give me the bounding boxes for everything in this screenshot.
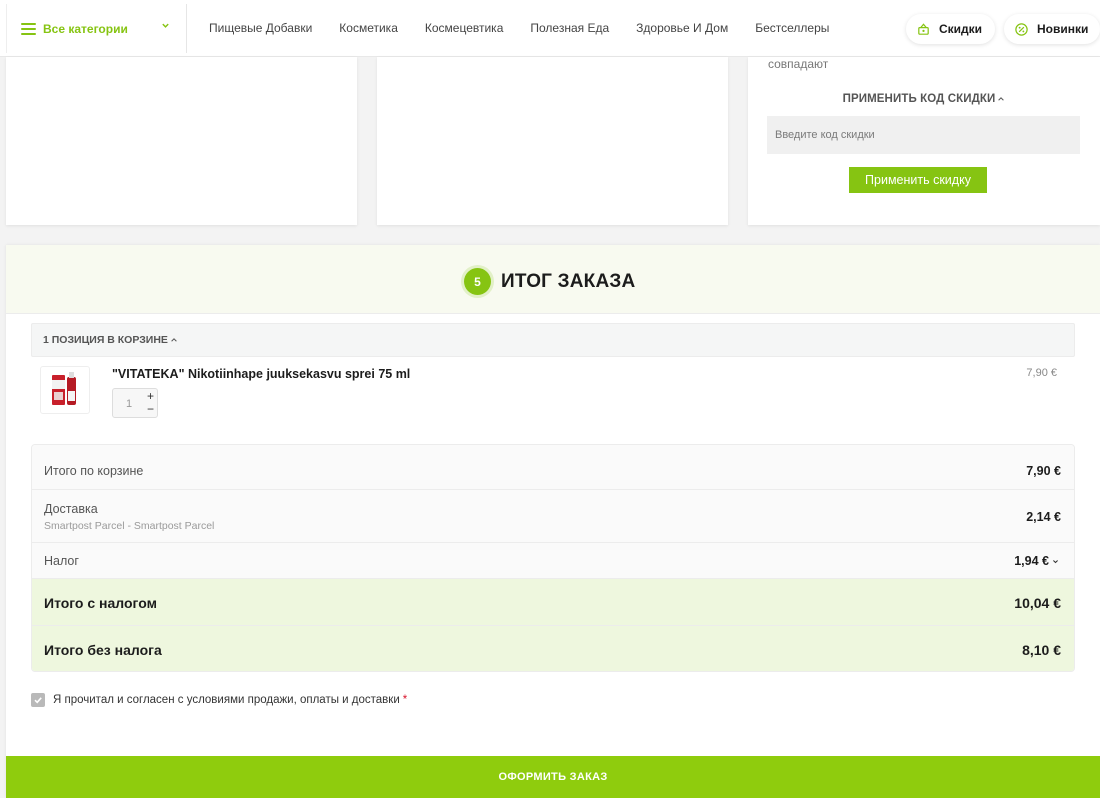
new-badge-icon (1015, 22, 1028, 36)
discount-code-title: ПРИМЕНИТЬ КОД СКИДКИ (842, 93, 996, 105)
total-excl-tax-label: Итого без налога (44, 642, 162, 658)
chevron-up-icon (998, 97, 1005, 101)
all-categories-button[interactable]: Все категории (6, 4, 187, 53)
checkout-card-middle (377, 57, 728, 225)
category-links: Пищевые Добавки Косметика Космецевтика П… (209, 21, 856, 35)
shipping-method: Smartpost Parcel - Smartpost Parcel (44, 520, 215, 532)
quantity-increase-button[interactable]: + (147, 390, 154, 402)
tax-label: Налог (44, 554, 79, 568)
shipping-row: Доставка Smartpost Parcel - Smartpost Pa… (32, 490, 1074, 543)
shipping-value: 2,14 € (1026, 510, 1061, 524)
discount-code-card: совпадают ПРИМЕНИТЬ КОД СКИДКИ Применить… (748, 57, 1100, 225)
step-number-badge: 5 (464, 268, 491, 295)
subtotal-label: Итого по корзине (44, 464, 144, 478)
terms-checkbox[interactable] (31, 693, 45, 707)
quantity-decrease-button[interactable]: − (147, 403, 154, 415)
quantity-stepper[interactable]: 1 + − (112, 388, 158, 418)
chevron-up-icon (171, 338, 177, 342)
order-summary-section: 5 ИТОГ ЗАКАЗА 1 ПОЗИЦИЯ В КОРЗИНЕ "VITAT… (6, 245, 1100, 798)
order-totals-table: Итого по корзине 7,90 € Доставка Smartpo… (31, 444, 1075, 672)
product-name[interactable]: "VITATEKA" Nikotiinhape juuksekasvu spre… (112, 367, 410, 381)
checkout-card-left (6, 57, 357, 225)
place-order-button[interactable]: ОФОРМИТЬ ЗАКАЗ (6, 756, 1100, 798)
discount-code-toggle[interactable]: ПРИМЕНИТЬ КОД СКИДКИ (748, 93, 1100, 105)
notice-text: совпадают (768, 57, 829, 71)
order-summary-header: 5 ИТОГ ЗАКАЗА (6, 245, 1100, 314)
top-navigation: Все категории Пищевые Добавки Косметика … (0, 0, 1100, 57)
nav-link-cosmetics[interactable]: Косметика (339, 21, 398, 35)
required-mark: * (402, 694, 408, 706)
nav-link-health-home[interactable]: Здоровье И Дом (636, 21, 728, 35)
total-excl-tax-row: Итого без налога 8,10 € (32, 626, 1074, 671)
tax-value: 1,94 € (1014, 554, 1049, 568)
shipping-label: Доставка (44, 502, 98, 516)
apply-discount-button[interactable]: Применить скидку (849, 167, 987, 193)
cart-items-toggle[interactable]: 1 ПОЗИЦИЯ В КОРЗИНЕ (31, 323, 1075, 357)
menu-icon (21, 22, 36, 35)
sale-label: Скидки (939, 22, 983, 36)
nav-link-bestsellers[interactable]: Бестселлеры (755, 21, 829, 35)
terms-agreement[interactable]: Я прочитал и согласен с условиями продаж… (31, 693, 407, 707)
nav-link-cosmeceuticals[interactable]: Космецевтика (425, 21, 504, 35)
discount-code-input[interactable] (767, 116, 1080, 154)
nav-link-healthy-food[interactable]: Полезная Еда (530, 21, 609, 35)
tax-row[interactable]: Налог 1,94 € (32, 543, 1074, 579)
terms-label: Я прочитал и согласен с условиями продаж… (53, 694, 400, 706)
total-incl-tax-label: Итого с налогом (44, 595, 157, 611)
chevron-down-icon (1053, 560, 1058, 564)
new-arrivals-label: Новинки (1037, 22, 1089, 36)
all-categories-label: Все категории (43, 21, 128, 36)
subtotal-row: Итого по корзине 7,90 € (32, 445, 1074, 490)
chevron-down-icon (162, 23, 169, 28)
tax-value-toggle[interactable]: 1,94 € (1014, 554, 1059, 568)
quantity-value[interactable]: 1 (113, 398, 145, 410)
checkmark-icon (34, 697, 42, 704)
product-price: 7,90 € (1026, 367, 1057, 379)
product-image[interactable] (40, 366, 90, 414)
sale-tag-icon (918, 22, 929, 35)
sale-button[interactable]: Скидки (906, 14, 995, 44)
total-excl-tax-value: 8,10 € (1022, 642, 1061, 658)
new-arrivals-button[interactable]: Новинки (1004, 14, 1100, 44)
order-summary-title: ИТОГ ЗАКАЗА (501, 271, 636, 292)
nav-link-supplements[interactable]: Пищевые Добавки (209, 21, 312, 35)
subtotal-value: 7,90 € (1026, 464, 1061, 478)
product-thumbnail (52, 372, 76, 405)
cart-count-label: 1 ПОЗИЦИЯ В КОРЗИНЕ (43, 334, 168, 346)
total-incl-tax-row: Итого с налогом 10,04 € (32, 579, 1074, 626)
total-incl-tax-value: 10,04 € (1014, 595, 1061, 611)
